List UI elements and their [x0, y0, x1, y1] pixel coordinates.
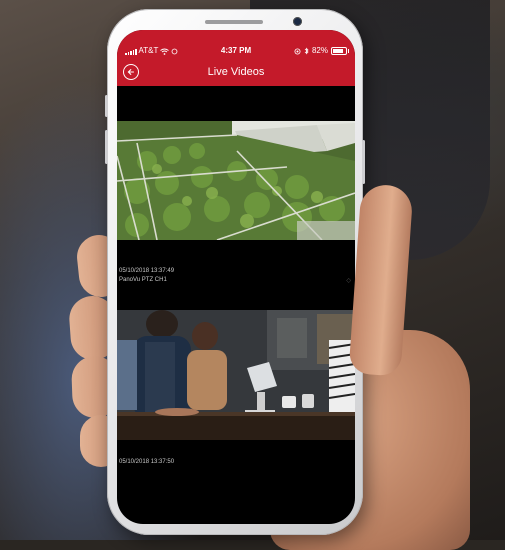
- phone-front-camera: [293, 17, 302, 26]
- bluetooth-icon: [304, 47, 309, 55]
- status-right-group: 82%: [294, 44, 349, 58]
- cafe-scene: [117, 310, 355, 440]
- video-1-timestamp: 05/10/2018 13:37:49: [119, 268, 175, 274]
- app-screen: AT&T 4:37 PM 82% Live Videos 05/10/2018 …: [117, 30, 355, 524]
- battery-fill: [333, 49, 343, 53]
- page-title: Live Videos: [207, 66, 265, 78]
- battery-percent: 82%: [311, 46, 328, 55]
- status-bar: AT&T 4:37 PM 82%: [117, 44, 355, 58]
- phone-side-button: [105, 95, 108, 117]
- battery-icon: [331, 47, 349, 55]
- phone-volume-button: [105, 130, 108, 164]
- location-icon: [294, 48, 301, 54]
- title-bar: Live Videos: [117, 64, 355, 82]
- phone-speaker: [205, 20, 263, 24]
- video-2-timestamp: 05/10/2018 13:37:50: [119, 459, 175, 465]
- video-1-channel-label: PanoVu PTZ CH1: [119, 277, 167, 283]
- video-pane-2[interactable]: [117, 310, 355, 440]
- video-pane-1[interactable]: [117, 121, 355, 240]
- video-1-options-icon[interactable]: ◇: [346, 277, 351, 284]
- app-header: AT&T 4:37 PM 82% Live Videos: [117, 30, 355, 86]
- phone-power-button: [362, 140, 365, 184]
- greenhouse-scene: [117, 121, 355, 240]
